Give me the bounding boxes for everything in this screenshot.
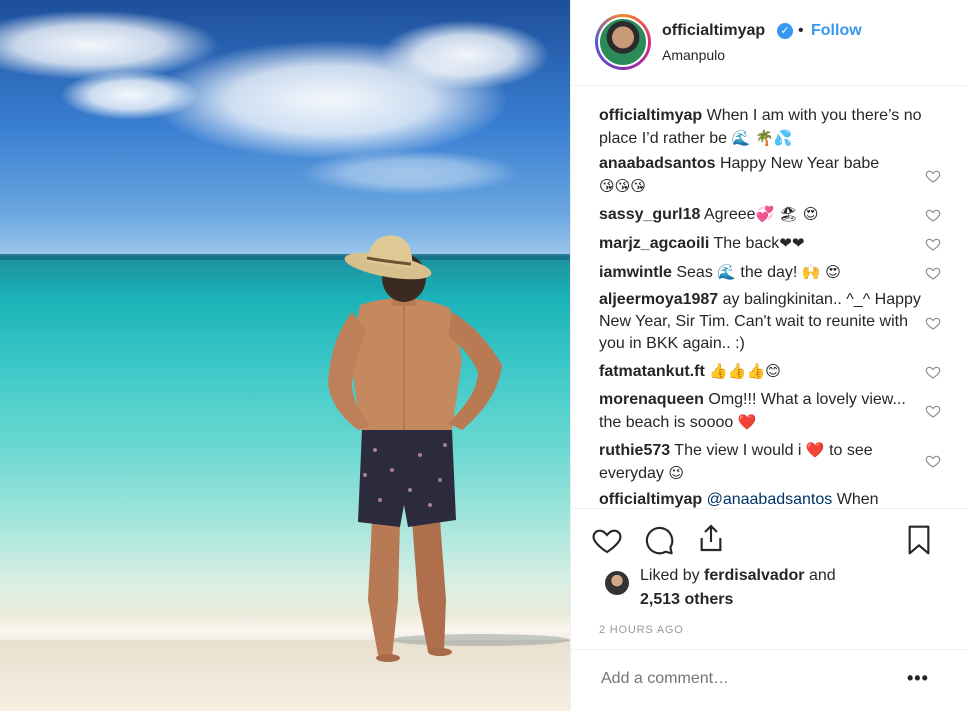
man-figure bbox=[328, 235, 570, 662]
comment: morenaqueen Omg!!! What a lovely view...… bbox=[599, 389, 929, 434]
comment-emoji: 🙌 😍 bbox=[801, 263, 841, 281]
action-bar bbox=[571, 510, 967, 570]
comment-emoji: 🌊 🌴💦 bbox=[731, 129, 793, 147]
comment-text: Seas bbox=[676, 264, 713, 281]
comment: iamwintle Seas 🌊 the day! 🙌 😍 bbox=[599, 261, 929, 284]
comment-username[interactable]: marjz_agcaoili bbox=[599, 235, 709, 252]
comment-text: The view I would i bbox=[674, 442, 802, 459]
comment-text: Happy New Year babe bbox=[719, 155, 880, 172]
comment-like-heart-icon[interactable] bbox=[925, 236, 941, 252]
comment-like-heart-icon[interactable] bbox=[925, 168, 941, 184]
author-username[interactable]: officialtimyap bbox=[662, 22, 765, 40]
liker-username[interactable]: ferdisalvador bbox=[704, 567, 804, 584]
comment-like-heart-icon[interactable] bbox=[925, 364, 941, 380]
comment-emoji: 😉 bbox=[668, 464, 685, 482]
comment-text: When bbox=[836, 491, 879, 508]
comment-username[interactable]: sassy_gurl18 bbox=[599, 206, 700, 223]
instagram-post: officialtimyap ✓ • Follow Amanpulo offic… bbox=[0, 0, 967, 711]
add-comment-row: ••• bbox=[571, 649, 967, 711]
comment-username[interactable]: aljeermoya1987 bbox=[599, 291, 718, 308]
comment: marjz_agcaoili The back❤❤ bbox=[599, 232, 929, 255]
comment-emoji: ❤❤ bbox=[779, 234, 805, 252]
comment: officialtimyap @anaabadsantos When bbox=[599, 489, 929, 508]
comment-emoji: ❤️ bbox=[805, 441, 825, 459]
comment-emoji: 💞 🏖 😍 bbox=[755, 205, 819, 223]
post-header: officialtimyap ✓ • Follow Amanpulo bbox=[571, 0, 967, 86]
comments-list[interactable]: officialtimyap When I am with you there’… bbox=[571, 87, 967, 509]
comment-emoji: 🌊 bbox=[717, 263, 736, 281]
comment: fatmatankut.ft 👍👍👍😊 bbox=[599, 360, 929, 383]
add-comment-input[interactable] bbox=[601, 670, 881, 688]
comment: aljeermoya1987 ay balingkinitan.. ^_^ Ha… bbox=[599, 289, 929, 355]
comment-username[interactable]: morenaqueen bbox=[599, 391, 704, 408]
comment: anaabadsantos Happy New Year babe 😘😘😘 bbox=[599, 153, 929, 198]
likes-count[interactable]: 2,513 others bbox=[640, 591, 733, 609]
separator-dot: • bbox=[798, 22, 804, 39]
comment-emoji: ❤️ bbox=[737, 413, 757, 431]
comment-username[interactable]: fatmatankut.ft bbox=[599, 363, 705, 380]
comment: ruthie573 The view I would i ❤️ to see e… bbox=[599, 439, 929, 485]
liked-by-line: Liked by ferdisalvador and bbox=[640, 567, 836, 585]
comment-like-heart-icon[interactable] bbox=[925, 265, 941, 281]
liker-avatar[interactable] bbox=[605, 571, 629, 595]
comment-username[interactable]: officialtimyap bbox=[599, 491, 702, 508]
more-options-icon[interactable]: ••• bbox=[907, 668, 929, 689]
comment-username[interactable]: ruthie573 bbox=[599, 442, 670, 459]
comment-username[interactable]: officialtimyap bbox=[599, 107, 702, 124]
comment-like-heart-icon[interactable] bbox=[925, 403, 941, 419]
post-sidebar: officialtimyap ✓ • Follow Amanpulo offic… bbox=[570, 0, 967, 711]
share-icon[interactable] bbox=[695, 522, 727, 554]
location-link[interactable]: Amanpulo bbox=[662, 47, 725, 63]
avatar-image bbox=[598, 17, 648, 67]
comment-emoji: 👍👍👍😊 bbox=[709, 362, 781, 380]
comment-text: Agreee bbox=[703, 206, 756, 223]
liked-by-and: and bbox=[808, 567, 836, 584]
bookmark-icon[interactable] bbox=[903, 524, 935, 556]
comment-username[interactable]: anaabadsantos bbox=[599, 155, 715, 172]
post-timestamp[interactable]: 2 HOURS AGO bbox=[599, 624, 684, 636]
comment-like-heart-icon[interactable] bbox=[925, 453, 941, 469]
comment-text-cont: the day! bbox=[740, 264, 798, 281]
comment-username[interactable]: iamwintle bbox=[599, 264, 672, 281]
comment: sassy_gurl18 Agreee💞 🏖 😍 bbox=[599, 203, 929, 226]
comment-emoji: 😘😘😘 bbox=[599, 177, 646, 195]
comment-icon[interactable] bbox=[643, 524, 675, 556]
comment-caption: officialtimyap When I am with you there’… bbox=[599, 105, 929, 150]
follow-button[interactable]: Follow bbox=[811, 22, 862, 40]
comment-text: The back bbox=[713, 235, 780, 252]
heart-icon[interactable] bbox=[591, 524, 623, 556]
comment-like-heart-icon[interactable] bbox=[925, 207, 941, 223]
liked-by-prefix: Liked by bbox=[640, 567, 700, 584]
comment-like-heart-icon[interactable] bbox=[925, 315, 941, 331]
avatar[interactable] bbox=[595, 14, 651, 70]
comment-mention[interactable]: @anaabadsantos bbox=[707, 491, 833, 508]
post-photo[interactable] bbox=[0, 0, 570, 711]
verified-badge-icon: ✓ bbox=[777, 23, 793, 39]
